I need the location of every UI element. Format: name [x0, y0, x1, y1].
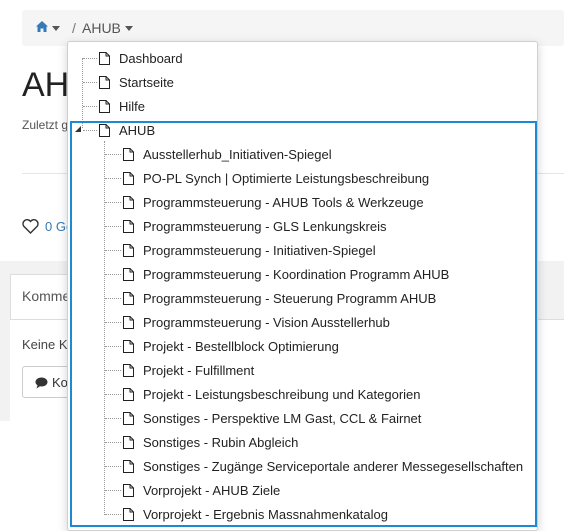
tree-item-label: Projekt - Leistungsbeschreibung und Kate…: [143, 386, 421, 402]
document-icon: [99, 99, 110, 113]
tree-item-label: Projekt - Fulfillment: [143, 362, 255, 378]
heart-icon[interactable]: [22, 219, 39, 239]
tree-item-label: Programmsteuerung - Steuerung Programm A…: [143, 290, 437, 306]
tree-connector: [105, 274, 121, 275]
tree-connector: [82, 58, 83, 128]
breadcrumb-separator: /: [72, 20, 76, 36]
tree-connector: [104, 141, 105, 515]
tree-connector: [83, 106, 97, 107]
document-icon: [123, 195, 134, 209]
tree-item-dashboard[interactable]: Dashboard: [99, 46, 183, 70]
tree-item-label: PO-PL Synch | Optimierte Leistungsbeschr…: [143, 170, 430, 186]
tree-child-item[interactable]: Programmsteuerung - AHUB Tools & Werkzeu…: [123, 190, 424, 214]
tree-connector: [105, 178, 121, 179]
tree-connector: [105, 394, 121, 395]
tree-child-item[interactable]: Sonstiges - Rubin Abgleich: [123, 430, 298, 454]
document-icon: [123, 267, 134, 281]
tree-connector: [105, 418, 121, 419]
tree-item-label: Programmsteuerung - AHUB Tools & Werkzeu…: [143, 194, 424, 210]
add-comment-label: Ko: [52, 375, 68, 390]
document-icon: [123, 339, 134, 353]
tree-child-item[interactable]: Vorprojekt - Ergebnis Massnahmenkatalog: [123, 502, 388, 526]
tree-child-item[interactable]: Programmsteuerung - GLS Lenkungskreis: [123, 214, 387, 238]
document-icon: [123, 387, 134, 401]
chevron-down-icon[interactable]: [125, 26, 133, 31]
tree-item-label: Programmsteuerung - Koordination Program…: [143, 266, 450, 282]
tree-connector: [105, 442, 121, 443]
tree-child-item[interactable]: Programmsteuerung - Initiativen-Spiegel: [123, 238, 376, 262]
tree-item-label: Startseite: [119, 74, 174, 90]
document-icon: [123, 243, 134, 257]
tree-child-item[interactable]: Programmsteuerung - Koordination Program…: [123, 262, 449, 286]
document-icon: [123, 483, 134, 497]
document-icon: [123, 459, 134, 473]
document-icon: [123, 411, 134, 425]
page-subtitle: Zuletzt g: [22, 118, 69, 132]
tree-connector: [105, 514, 121, 515]
no-comments-text: Keine K: [22, 337, 68, 352]
tree-child-item[interactable]: Projekt - Leistungsbeschreibung und Kate…: [123, 382, 421, 406]
collapse-arrow-icon[interactable]: [75, 126, 81, 132]
tree-connector: [83, 58, 97, 59]
tree-item-label: Sonstiges - Rubin Abgleich: [143, 434, 299, 450]
tree-child-item[interactable]: Sonstiges - Perspektive LM Gast, CCL & F…: [123, 406, 421, 430]
document-icon: [123, 315, 134, 329]
tree-item-label: Vorprojekt - AHUB Ziele: [143, 482, 281, 498]
document-icon: [99, 75, 110, 89]
home-icon[interactable]: [36, 21, 60, 35]
tree-child-item[interactable]: Vorprojekt - AHUB Ziele: [123, 478, 280, 502]
document-icon: [123, 435, 134, 449]
tree-connector: [105, 298, 121, 299]
tree-child-item[interactable]: Programmsteuerung - Vision Ausstellerhub: [123, 310, 390, 334]
tree-connector: [83, 130, 97, 131]
tree-item-label: Programmsteuerung - Vision Ausstellerhub: [143, 314, 390, 330]
tree-item-label: Projekt - Bestellblock Optimierung: [143, 338, 339, 354]
tree-item-label: Hilfe: [119, 98, 146, 114]
tree-item-startseite[interactable]: Startseite: [99, 70, 174, 94]
tree-item-label: Sonstiges - Perspektive LM Gast, CCL & F…: [143, 410, 422, 426]
document-icon: [123, 219, 134, 233]
document-icon: [123, 171, 134, 185]
tree-child-item[interactable]: Projekt - Bestellblock Optimierung: [123, 334, 339, 358]
tree-child-item[interactable]: Projekt - Fulfillment: [123, 358, 254, 382]
tree-item-label: Programmsteuerung - GLS Lenkungskreis: [143, 218, 387, 234]
document-icon: [123, 291, 134, 305]
document-icon: [99, 51, 110, 65]
document-icon: [99, 123, 110, 137]
tree-child-item[interactable]: Ausstellerhub_Initiativen-Spiegel: [123, 142, 332, 166]
tree-connector: [105, 490, 121, 491]
tree-connector: [105, 322, 121, 323]
tree-item-label: Ausstellerhub_Initiativen-Spiegel: [143, 146, 332, 162]
tab-comments-label: Komme: [22, 288, 71, 304]
document-icon: [123, 507, 134, 521]
tree-item-ahub[interactable]: AHUB: [99, 118, 155, 142]
tree-connector: [105, 346, 121, 347]
tree-item-label: Vorprojekt - Ergebnis Massnahmenkatalog: [143, 506, 388, 522]
tree-item-label: Sonstiges - Zugänge Serviceportale ander…: [143, 458, 524, 474]
tree-connector: [105, 226, 121, 227]
tree-connector: [105, 250, 121, 251]
tree-item-hilfe[interactable]: Hilfe: [99, 94, 145, 118]
tree-child-item[interactable]: Programmsteuerung - Steuerung Programm A…: [123, 286, 436, 310]
tree-item-label: Dashboard: [119, 50, 183, 66]
document-icon: [123, 363, 134, 377]
tree-item-label: Programmsteuerung - Initiativen-Spiegel: [143, 242, 376, 258]
tree-child-item[interactable]: PO-PL Synch | Optimierte Leistungsbeschr…: [123, 166, 429, 190]
tree-connector: [105, 202, 121, 203]
tree-connector: [105, 466, 121, 467]
breadcrumb-current[interactable]: AHUB: [82, 20, 121, 36]
tree-item-label: AHUB: [119, 122, 156, 138]
tree-connector: [83, 82, 97, 83]
comment-icon: [35, 377, 48, 389]
tree-connector: [105, 370, 121, 371]
tree-connector: [105, 154, 121, 155]
document-icon: [123, 147, 134, 161]
tree-child-item[interactable]: Sonstiges - Zugänge Serviceportale ander…: [123, 454, 523, 478]
